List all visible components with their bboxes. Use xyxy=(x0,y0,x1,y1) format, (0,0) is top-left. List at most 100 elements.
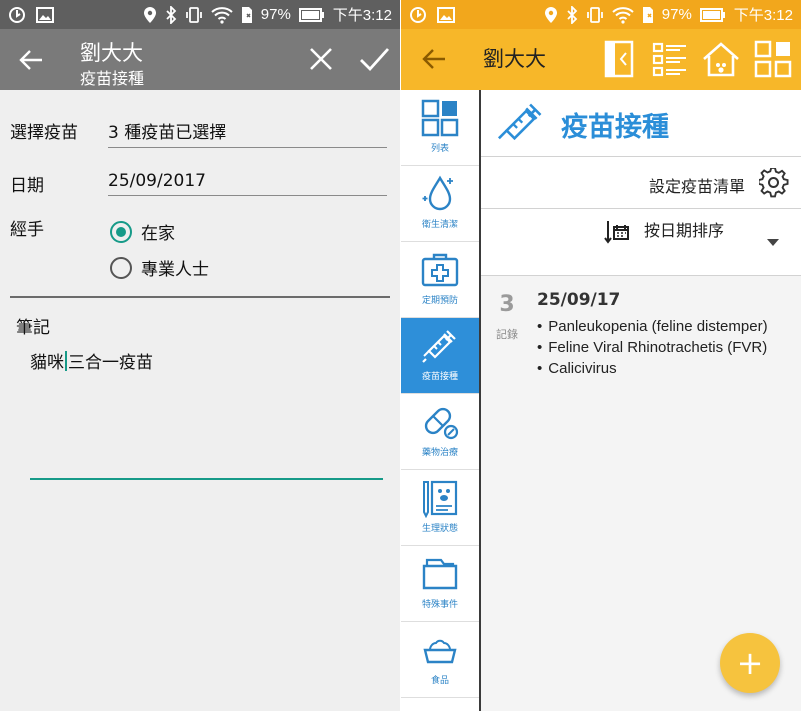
list-item: Panleukopenia (feline distemper) xyxy=(537,316,767,337)
notes-text-after-cursor: 三合一疫苗 xyxy=(68,353,153,373)
vaccine-list-settings[interactable]: 設定疫苗清單 xyxy=(481,157,801,209)
sidebar-item-special-events[interactable]: 特殊事件 xyxy=(401,546,479,622)
vaccination-content: 疫苗接種 設定疫苗清單 按日期排序 3 記錄 25/09/17 Panleuko… xyxy=(481,90,801,711)
notes-label: 筆記 xyxy=(16,318,50,338)
image-icon xyxy=(36,6,54,23)
sidebar-item-label: 列表 xyxy=(430,144,449,154)
pet-name-title: 劉大大 xyxy=(80,41,143,65)
add-record-button[interactable]: + xyxy=(720,633,780,693)
record-count: 3 xyxy=(499,292,515,317)
section-divider xyxy=(10,296,390,298)
record-date[interactable]: 25/09/17 xyxy=(537,290,620,310)
notes-input[interactable]: 貓咪 三合一疫苗 xyxy=(30,348,153,373)
sidebar-item-physiology[interactable]: 生理狀態 xyxy=(401,470,479,546)
bluetooth-icon xyxy=(567,5,578,24)
radio-unchecked-icon[interactable] xyxy=(110,256,132,279)
sidebar-item-food[interactable]: 食品 xyxy=(401,622,479,698)
close-icon[interactable] xyxy=(307,45,335,73)
sim-card-icon xyxy=(642,6,653,23)
location-icon xyxy=(143,6,156,23)
sidebar-item-label: 特殊事件 xyxy=(421,600,458,610)
status-bar: 97% 下午3:12 xyxy=(401,0,801,29)
radio-option-label: 專業人士 xyxy=(141,260,209,280)
droplet-icon xyxy=(422,175,453,211)
sidebar-item-medication[interactable]: 藥物治療 xyxy=(401,394,479,470)
battery-percent: 97% xyxy=(260,6,291,23)
sort-label: 按日期排序 xyxy=(644,221,725,240)
sync-icon xyxy=(9,6,25,23)
dashboard-icon[interactable] xyxy=(753,39,793,79)
sidebar-item-label: 藥物治療 xyxy=(421,448,458,458)
notes-underline xyxy=(30,478,383,480)
list-item: Calicivirus xyxy=(537,358,768,379)
battery-icon xyxy=(699,7,725,22)
folder-icon xyxy=(422,558,458,590)
editor-subtitle: 疫苗接種 xyxy=(80,69,145,88)
pill-icon xyxy=(424,407,459,440)
battery-percent: 97% xyxy=(661,6,692,23)
sidebar-item-vaccination[interactable]: 疫苗接種 xyxy=(401,318,479,394)
radio-dot xyxy=(116,226,126,237)
vaccine-select-field[interactable]: 3 種疫苗已選擇 xyxy=(108,118,387,148)
food-bowl-icon xyxy=(423,639,457,664)
vibrate-icon xyxy=(586,6,603,23)
check-icon[interactable] xyxy=(358,43,390,75)
vibrate-icon xyxy=(185,6,202,23)
sidebar-item-label: 定期預防 xyxy=(421,296,458,306)
sim-card-icon xyxy=(241,6,252,23)
grid-icon xyxy=(421,99,459,137)
settings-label: 設定疫苗清單 xyxy=(648,177,745,196)
sidebar-item-hygiene[interactable]: 衛生清潔 xyxy=(401,166,479,242)
syringe-icon xyxy=(422,330,456,363)
wifi-icon xyxy=(612,6,634,24)
sync-icon xyxy=(410,6,426,23)
pet-profile-card-icon[interactable] xyxy=(599,39,639,79)
calendar-sort-icon xyxy=(604,221,629,244)
clipboard-paw-icon xyxy=(423,480,458,518)
pet-name-title: 劉大大 xyxy=(483,47,546,71)
sidebar-item-list[interactable]: 列表 xyxy=(401,90,479,166)
sort-dropdown[interactable]: 按日期排序 xyxy=(481,209,801,276)
sidebar-item-label: 生理狀態 xyxy=(421,524,458,534)
home-icon[interactable] xyxy=(701,39,741,79)
vaccination-editor-pane: 97% 下午3:12 劉大大 疫苗接種 選擇疫苗 3 種疫苗已選擇 日期 25/… xyxy=(0,0,400,711)
syringe-icon xyxy=(497,103,542,141)
sidebar-item-prevention[interactable]: 定期預防 xyxy=(401,242,479,318)
radio-option-label: 在家 xyxy=(141,224,175,244)
sidebar-item-label: 疫苗接種 xyxy=(421,372,458,382)
page-header: 疫苗接種 xyxy=(481,90,801,157)
record-count-label: 記錄 xyxy=(496,328,518,341)
location-icon xyxy=(544,6,557,23)
chevron-down-icon[interactable] xyxy=(767,239,779,246)
editor-app-bar: 劉大大 疫苗接種 xyxy=(0,29,400,90)
status-bar: 97% 下午3:12 xyxy=(0,0,400,29)
vaccination-list-pane: 97% 下午3:12 劉大大 列表 衛生清潔 定期預防 疫苗接種 藥物治療 生理… xyxy=(401,0,801,711)
image-icon xyxy=(437,6,455,23)
page-title: 疫苗接種 xyxy=(561,112,669,143)
checklist-icon[interactable] xyxy=(650,39,690,79)
category-sidebar: 列表 衛生清潔 定期預防 疫苗接種 藥物治療 生理狀態 特殊事件 食品 xyxy=(401,90,481,711)
bluetooth-icon xyxy=(166,5,177,24)
gear-icon[interactable] xyxy=(759,168,789,198)
vaccine-select-label: 選擇疫苗 xyxy=(10,123,78,143)
back-arrow-icon[interactable] xyxy=(421,46,447,72)
notes-text-before-cursor: 貓咪 xyxy=(30,353,64,373)
vaccine-list[interactable]: Panleukopenia (feline distemper) Feline … xyxy=(537,316,768,379)
clock: 下午3:12 xyxy=(733,7,793,24)
first-aid-kit-icon xyxy=(421,253,459,287)
list-item: Feline Viral Rhinotrachetis (FVR) xyxy=(537,337,768,358)
back-arrow-icon[interactable] xyxy=(18,47,44,73)
clock: 下午3:12 xyxy=(332,7,392,24)
radio-option-professional[interactable]: 專業人士 xyxy=(110,255,209,280)
battery-icon xyxy=(298,7,324,22)
date-field[interactable]: 25/09/2017 xyxy=(108,171,387,196)
date-label: 日期 xyxy=(10,176,44,196)
sidebar-item-label: 食品 xyxy=(430,676,449,686)
radio-checked-icon[interactable] xyxy=(110,220,132,243)
radio-option-home[interactable]: 在家 xyxy=(110,219,175,244)
plus-icon: + xyxy=(736,644,764,682)
text-cursor xyxy=(65,351,67,371)
main-app-bar: 劉大大 xyxy=(401,29,801,90)
wifi-icon xyxy=(211,6,233,24)
sidebar-item-label: 衛生清潔 xyxy=(421,220,458,230)
